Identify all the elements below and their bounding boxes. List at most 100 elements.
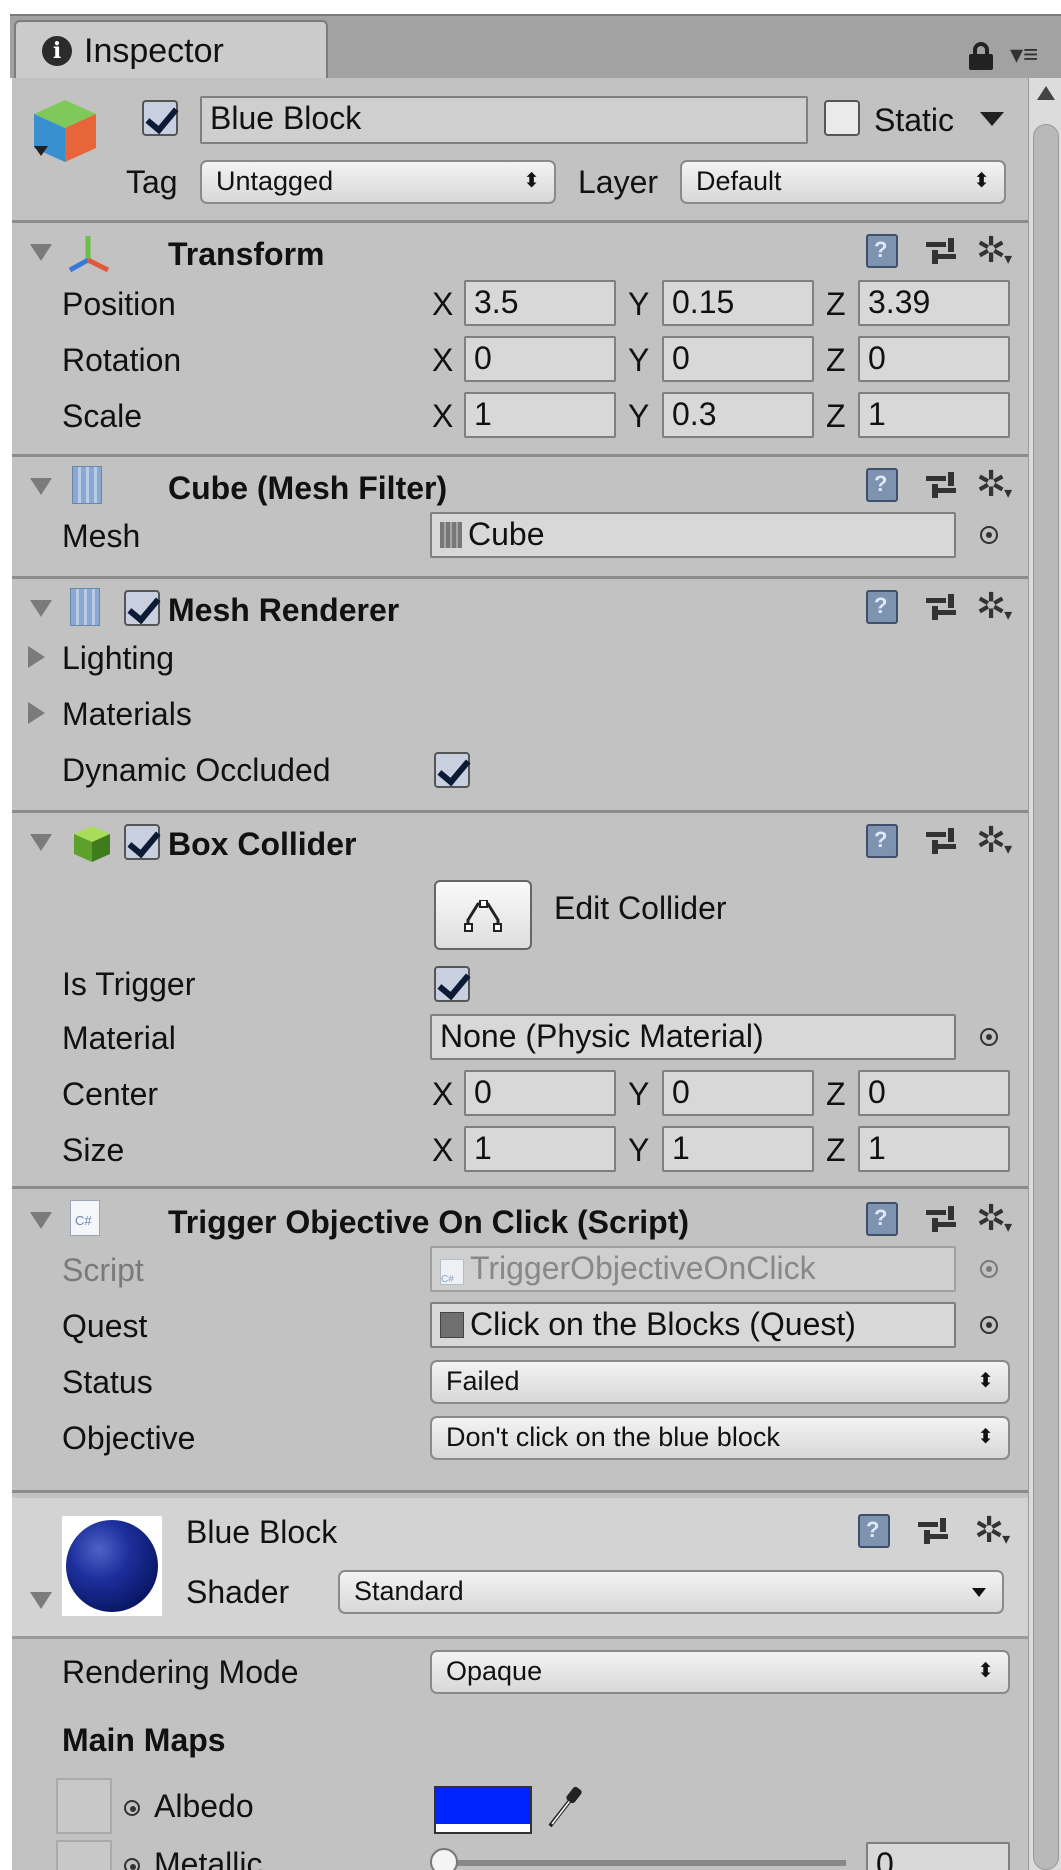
tab-inspector[interactable]: i Inspector [14, 20, 328, 80]
mesh-filter-icon [72, 466, 102, 504]
presets-icon[interactable] [926, 472, 960, 502]
gear-icon[interactable]: ✲▾ [976, 822, 1014, 866]
metallic-slider-knob[interactable] [430, 1848, 458, 1870]
dynamic-occluded-label: Dynamic Occluded [62, 752, 331, 788]
position-y-field[interactable]: 0.15 [662, 280, 814, 326]
albedo-label: Albedo [154, 1788, 254, 1824]
help-icon[interactable] [866, 590, 898, 624]
gear-icon[interactable]: ✲▾ [976, 232, 1014, 276]
size-y-field[interactable]: 1 [662, 1126, 814, 1172]
rotation-z-field[interactable]: 0 [858, 336, 1010, 382]
mesh-renderer-foldout-icon[interactable] [30, 600, 52, 617]
gameobject-active-checkbox[interactable] [142, 100, 178, 136]
materials-foldout-icon[interactable] [28, 702, 45, 724]
help-icon[interactable] [866, 824, 898, 858]
gear-icon[interactable]: ✲▾ [976, 1200, 1014, 1244]
center-y-field[interactable]: 0 [662, 1070, 814, 1116]
metallic-picker-icon[interactable] [124, 1858, 140, 1870]
shader-label: Shader [186, 1574, 290, 1610]
position-x-field[interactable]: 3.5 [464, 280, 616, 326]
gameobject-name-field[interactable]: Blue Block [200, 96, 808, 144]
eyedropper-icon[interactable] [544, 1784, 584, 1830]
gear-icon[interactable]: ✲▾ [974, 1512, 1012, 1556]
objective-label: Objective [62, 1420, 196, 1456]
help-icon[interactable] [858, 1514, 890, 1548]
status-dropdown[interactable]: Failed ⬍ [430, 1360, 1010, 1404]
lighting-label[interactable]: Lighting [62, 640, 174, 676]
physic-material-field[interactable]: None (Physic Material) [430, 1014, 956, 1060]
rotation-x-field[interactable]: 0 [464, 336, 616, 382]
vertical-scrollbar[interactable] [1028, 78, 1061, 1870]
rotation-y-field[interactable]: 0 [662, 336, 814, 382]
help-icon[interactable] [866, 1202, 898, 1236]
scroll-up-arrow-icon[interactable] [1037, 86, 1055, 100]
chevron-down-icon [972, 1588, 986, 1597]
static-checkbox[interactable] [824, 100, 860, 136]
scale-z-field[interactable]: 1 [858, 392, 1010, 438]
dynamic-occluded-checkbox[interactable] [434, 752, 470, 788]
separator [12, 810, 1028, 813]
object-picker-icon[interactable] [980, 526, 998, 544]
presets-icon[interactable] [926, 1206, 960, 1236]
presets-icon[interactable] [926, 238, 960, 268]
edit-collider-button[interactable] [434, 880, 532, 950]
scale-label: Scale [62, 398, 143, 434]
layer-dropdown[interactable]: Default ⬍ [680, 160, 1006, 204]
presets-icon[interactable] [926, 828, 960, 858]
gear-icon[interactable]: ✲▾ [976, 466, 1014, 510]
albedo-picker-icon[interactable] [124, 1800, 140, 1816]
axis-x-label: X [432, 286, 454, 322]
size-x-field[interactable]: 1 [464, 1126, 616, 1172]
metallic-label: Metallic [154, 1846, 263, 1870]
rotation-label: Rotation [62, 342, 182, 378]
position-z-field[interactable]: 3.39 [858, 280, 1010, 326]
rendering-mode-dropdown[interactable]: Opaque ⬍ [430, 1650, 1010, 1694]
center-x-field[interactable]: 0 [464, 1070, 616, 1116]
is-trigger-checkbox[interactable] [434, 966, 470, 1002]
quest-object-field[interactable]: Click on the Blocks (Quest) [430, 1302, 956, 1348]
material-foldout-icon[interactable] [30, 1592, 52, 1609]
scroll-thumb[interactable] [1033, 124, 1059, 1870]
help-icon[interactable] [866, 234, 898, 268]
axis-z-label: Z [826, 1132, 846, 1168]
box-collider-enabled-checkbox[interactable] [124, 824, 160, 860]
center-z-field[interactable]: 0 [858, 1070, 1010, 1116]
objective-dropdown[interactable]: Don't click on the blue block ⬍ [430, 1416, 1010, 1460]
presets-icon[interactable] [926, 594, 960, 624]
albedo-texture-slot[interactable] [56, 1778, 112, 1834]
updown-arrows-icon: ⬍ [973, 170, 990, 192]
mesh-label: Mesh [62, 518, 141, 554]
scale-y-field[interactable]: 0.3 [662, 392, 814, 438]
tab-menu-icon[interactable]: ▾≡ [1010, 41, 1054, 67]
object-picker-icon[interactable] [980, 1316, 998, 1334]
script-foldout-icon[interactable] [30, 1212, 52, 1229]
object-picker-icon [980, 1260, 998, 1278]
static-dropdown-arrow-icon[interactable] [980, 112, 1004, 126]
object-picker-icon[interactable] [980, 1028, 998, 1046]
tag-dropdown[interactable]: Untagged ⬍ [200, 160, 556, 204]
gear-icon[interactable]: ✲▾ [976, 588, 1014, 632]
gameobject-cube-icon [34, 100, 96, 162]
metallic-value-field[interactable]: 0 [866, 1842, 1010, 1870]
help-icon[interactable] [866, 468, 898, 502]
scale-x-field[interactable]: 1 [464, 392, 616, 438]
albedo-color-swatch[interactable] [434, 1786, 532, 1834]
presets-icon[interactable] [918, 1518, 952, 1548]
metallic-slider-track[interactable] [442, 1860, 846, 1866]
materials-label[interactable]: Materials [62, 696, 192, 732]
transform-title: Transform [168, 236, 325, 272]
mesh-object-field[interactable]: Cube [430, 512, 956, 558]
script-object-field: C# TriggerObjectiveOnClick [430, 1246, 956, 1292]
axis-y-label: Y [628, 286, 650, 322]
shader-dropdown[interactable]: Standard [338, 1570, 1004, 1614]
metallic-texture-slot[interactable] [56, 1840, 112, 1870]
size-z-field[interactable]: 1 [858, 1126, 1010, 1172]
mesh-renderer-enabled-checkbox[interactable] [124, 590, 160, 626]
box-collider-foldout-icon[interactable] [30, 834, 52, 851]
size-label: Size [62, 1132, 125, 1168]
transform-foldout-icon[interactable] [30, 244, 52, 261]
lighting-foldout-icon[interactable] [28, 646, 45, 668]
main-maps-heading: Main Maps [62, 1722, 226, 1758]
lock-icon[interactable] [968, 42, 994, 70]
mesh-filter-foldout-icon[interactable] [30, 478, 52, 495]
